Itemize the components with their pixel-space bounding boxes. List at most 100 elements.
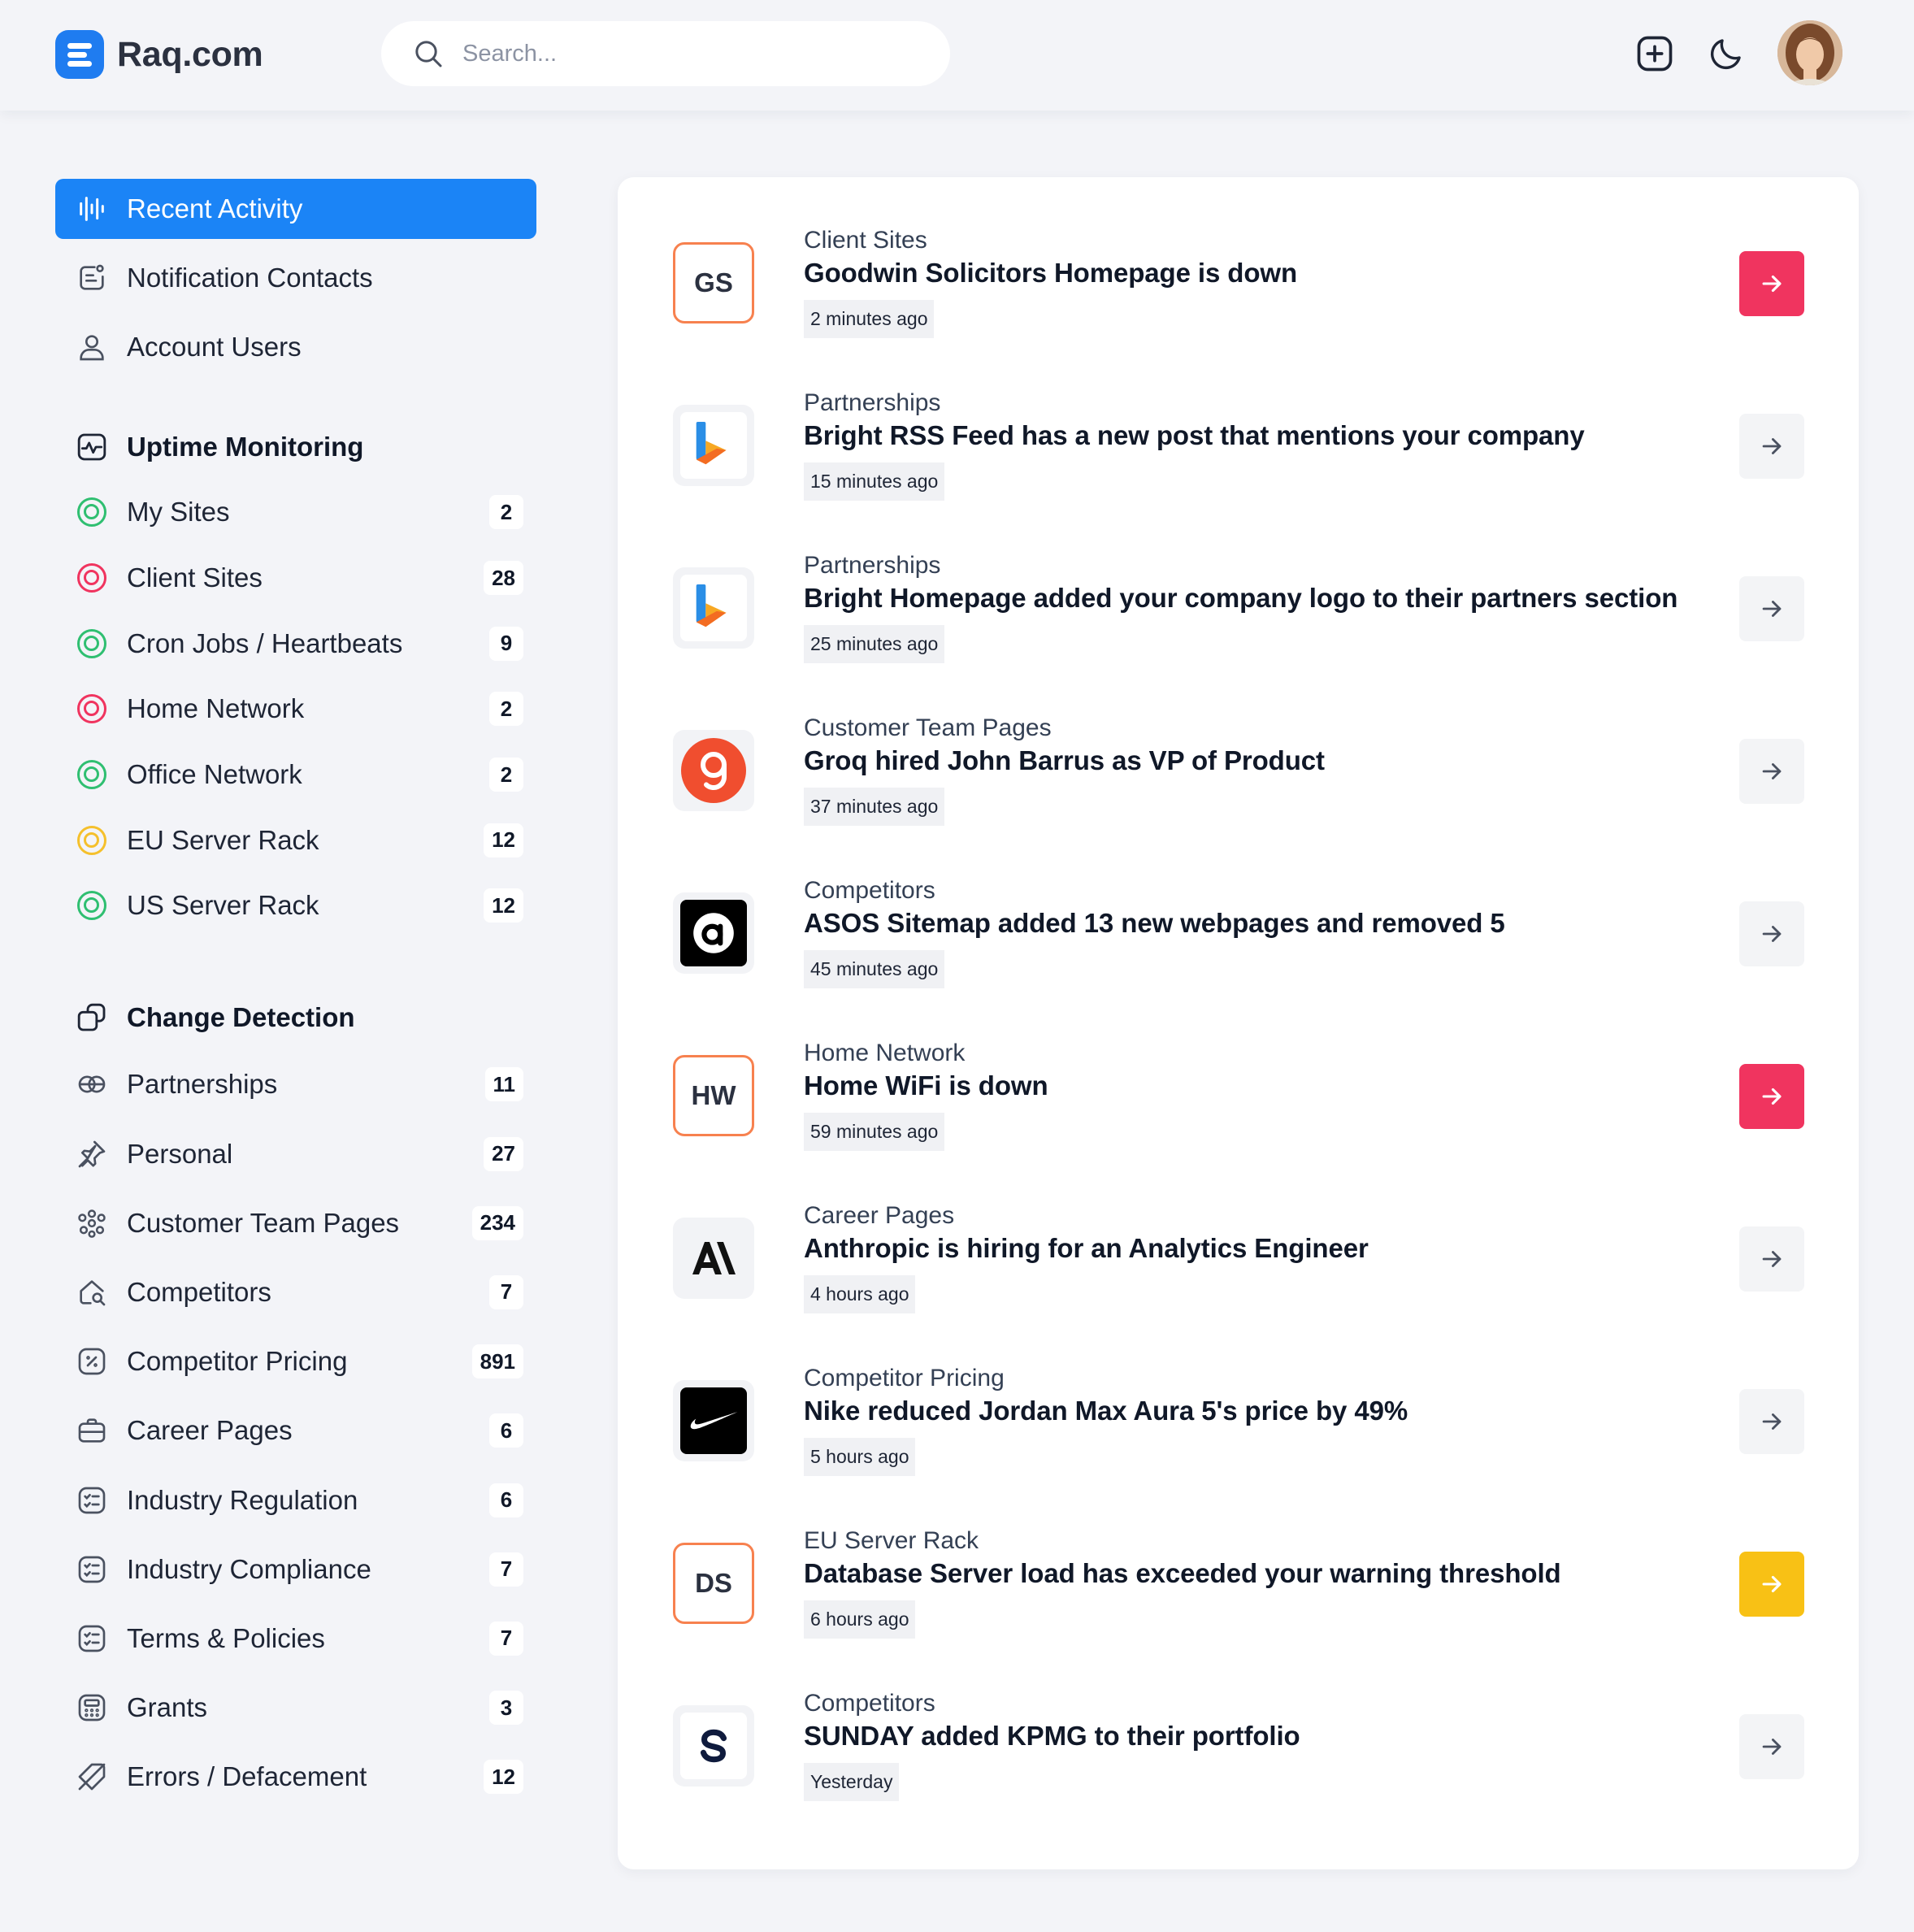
sidebar-item-grants[interactable]: Grants 3 bbox=[55, 1674, 536, 1743]
open-activity-button[interactable] bbox=[1739, 1389, 1804, 1454]
sidebar-item-recent-activity[interactable]: Recent Activity bbox=[55, 179, 536, 239]
arrow-right-icon bbox=[1762, 926, 1782, 942]
open-activity-button[interactable] bbox=[1739, 1226, 1804, 1292]
open-activity-button[interactable] bbox=[1739, 901, 1804, 966]
sidebar-item-account-users[interactable]: Account Users bbox=[55, 317, 536, 377]
activity-item[interactable]: Competitors ASOS Sitemap added 13 new we… bbox=[618, 827, 1859, 990]
brand[interactable]: Raq.com bbox=[55, 29, 263, 80]
open-activity-button[interactable] bbox=[1739, 1064, 1804, 1129]
sidebar-item-personal[interactable]: Personal 27 bbox=[55, 1119, 536, 1188]
search-bar[interactable] bbox=[381, 21, 950, 86]
sidebar-item-us-server-rack[interactable]: US Server Rack 12 bbox=[55, 873, 536, 939]
open-activity-button[interactable] bbox=[1739, 576, 1804, 641]
bright-logo-icon bbox=[673, 405, 754, 486]
arrow-right-icon bbox=[1762, 438, 1782, 454]
sidebar-item-customer-team-pages[interactable]: Customer Team Pages 234 bbox=[55, 1188, 536, 1257]
heartbeat-monitor-icon bbox=[75, 430, 109, 464]
activity-time: 59 minutes ago bbox=[804, 1113, 945, 1151]
sidebar-item-home-network[interactable]: Home Network 2 bbox=[55, 676, 536, 742]
activity-item[interactable]: GS Client Sites Goodwin Solicitors Homep… bbox=[618, 177, 1859, 340]
open-activity-button[interactable] bbox=[1739, 251, 1804, 316]
team-icon bbox=[75, 1206, 109, 1240]
count-badge: 2 bbox=[489, 758, 523, 792]
status-ok-icon bbox=[75, 758, 109, 792]
activity-time: 4 hours ago bbox=[804, 1275, 916, 1313]
open-activity-button[interactable] bbox=[1739, 739, 1804, 804]
sidebar-item-notification-contacts[interactable]: Notification Contacts bbox=[55, 248, 536, 308]
arrow-right-icon bbox=[1762, 1575, 1782, 1593]
activity-category: Partnerships bbox=[804, 389, 941, 416]
open-activity-button[interactable] bbox=[1739, 1714, 1804, 1779]
activity-item[interactable]: Customer Team Pages Groq hired John Barr… bbox=[618, 665, 1859, 827]
checklist-icon bbox=[75, 1622, 109, 1656]
sidebar-item-cron-jobs[interactable]: Cron Jobs / Heartbeats 9 bbox=[55, 610, 536, 676]
sidebar-item-competitors[interactable]: Competitors 7 bbox=[55, 1257, 536, 1326]
user-icon bbox=[75, 330, 109, 364]
count-badge: 7 bbox=[489, 1274, 523, 1309]
activity-title: Goodwin Solicitors Homepage is down bbox=[804, 258, 1298, 288]
status-warning-icon bbox=[75, 823, 109, 857]
activity-title: Bright Homepage added your company logo … bbox=[804, 583, 1678, 613]
sidebar-item-partnerships[interactable]: Partnerships 11 bbox=[55, 1050, 536, 1119]
activity-title: Anthropic is hiring for an Analytics Eng… bbox=[804, 1233, 1369, 1263]
count-badge: 28 bbox=[484, 561, 523, 596]
partnership-icon bbox=[75, 1067, 109, 1101]
activity-title: Nike reduced Jordan Max Aura 5's price b… bbox=[804, 1396, 1408, 1426]
sidebar-item-competitor-pricing[interactable]: Competitor Pricing 891 bbox=[55, 1327, 536, 1396]
site-initials-logo: HW bbox=[673, 1055, 754, 1136]
activity-category: Competitor Pricing bbox=[804, 1365, 1005, 1391]
activity-time: 15 minutes ago bbox=[804, 462, 945, 501]
activity-time: 37 minutes ago bbox=[804, 788, 945, 826]
site-initials-logo: GS bbox=[673, 242, 754, 323]
search-input[interactable] bbox=[461, 39, 916, 68]
sidebar-item-career-pages[interactable]: Career Pages 6 bbox=[55, 1396, 536, 1465]
activity-time: Yesterday bbox=[804, 1763, 900, 1801]
activity-item[interactable]: Competitor Pricing Nike reduced Jordan M… bbox=[618, 1315, 1859, 1478]
section-title-uptime: Uptime Monitoring bbox=[55, 415, 536, 480]
activity-category: Competitors bbox=[804, 877, 935, 904]
activity-item[interactable]: Competitors SUNDAY added KPMG to their p… bbox=[618, 1640, 1859, 1803]
tag-slash-icon bbox=[75, 1760, 109, 1794]
checklist-icon bbox=[75, 1483, 109, 1517]
status-ok-icon bbox=[75, 627, 109, 661]
add-button[interactable] bbox=[1634, 33, 1676, 75]
open-activity-button[interactable] bbox=[1739, 1552, 1804, 1617]
arrow-right-icon bbox=[1762, 1088, 1782, 1105]
user-avatar[interactable] bbox=[1777, 20, 1842, 85]
activity-category: Partnerships bbox=[804, 552, 941, 579]
sidebar-item-terms-policies[interactable]: Terms & Policies 7 bbox=[55, 1604, 536, 1673]
groq-logo-icon bbox=[673, 730, 754, 811]
activity-item[interactable]: Career Pages Anthropic is hiring for an … bbox=[618, 1153, 1859, 1315]
section-title-change-detection: Change Detection bbox=[55, 985, 536, 1050]
sidebar-item-my-sites[interactable]: My Sites 2 bbox=[55, 480, 536, 545]
activity-title: Home WiFi is down bbox=[804, 1070, 1048, 1101]
nike-logo-icon bbox=[673, 1380, 754, 1461]
sidebar-item-errors-defacement[interactable]: Errors / Defacement 12 bbox=[55, 1743, 536, 1812]
contact-card-icon bbox=[75, 261, 109, 295]
search-icon bbox=[415, 41, 442, 67]
count-badge: 9 bbox=[489, 626, 523, 661]
count-badge: 6 bbox=[489, 1413, 523, 1448]
activity-item[interactable]: DS EU Server Rack Database Server load h… bbox=[618, 1478, 1859, 1640]
checklist-icon bbox=[75, 1552, 109, 1587]
sidebar-item-eu-server-rack[interactable]: EU Server Rack 12 bbox=[55, 807, 536, 873]
sidebar-item-client-sites[interactable]: Client Sites 28 bbox=[55, 545, 536, 611]
sidebar-item-office-network[interactable]: Office Network 2 bbox=[55, 742, 536, 808]
count-badge: 11 bbox=[484, 1067, 523, 1102]
activity-item[interactable]: Partnerships Bright RSS Feed has a new p… bbox=[618, 340, 1859, 502]
dark-mode-toggle[interactable] bbox=[1705, 33, 1747, 75]
count-badge: 7 bbox=[489, 1621, 523, 1656]
activity-time: 5 hours ago bbox=[804, 1438, 916, 1476]
sidebar-item-industry-compliance[interactable]: Industry Compliance 7 bbox=[55, 1535, 536, 1604]
activity-bars-icon bbox=[75, 192, 109, 226]
count-badge: 7 bbox=[489, 1552, 523, 1587]
home-search-icon bbox=[75, 1275, 109, 1309]
sidebar-item-industry-regulation[interactable]: Industry Regulation 6 bbox=[55, 1465, 536, 1535]
open-activity-button[interactable] bbox=[1739, 414, 1804, 479]
user-photo-icon bbox=[1777, 20, 1842, 85]
status-ok-icon bbox=[75, 495, 109, 529]
activity-item[interactable]: HW Home Network Home WiFi is down 59 min… bbox=[618, 990, 1859, 1153]
activity-item[interactable]: Partnerships Bright Homepage added your … bbox=[618, 502, 1859, 665]
activity-time: 6 hours ago bbox=[804, 1600, 916, 1639]
calculator-icon bbox=[75, 1691, 109, 1725]
